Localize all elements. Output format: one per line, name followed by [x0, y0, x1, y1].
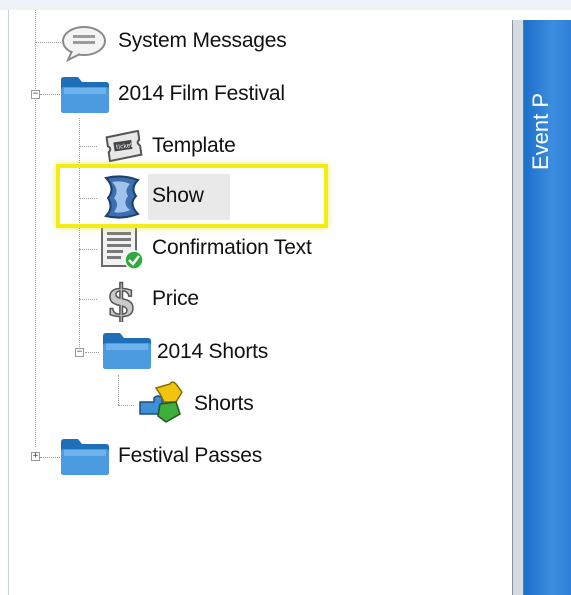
- panel-splitter[interactable]: [512, 20, 524, 595]
- tree-connector: [79, 249, 97, 250]
- tree-connector: [118, 375, 119, 405]
- tree-view: − − + System Messages 2014 Film Festival…: [0, 0, 512, 595]
- tree-item-label: Festival Passes: [118, 444, 263, 467]
- puzzle-icon: [139, 381, 183, 423]
- folder-icon: [103, 333, 151, 369]
- tree-item-label: 2014 Film Festival: [118, 82, 285, 105]
- tree-connector: [40, 94, 60, 95]
- tree-item-label: Confirmation Text: [152, 236, 312, 259]
- expand-toggle[interactable]: +: [31, 452, 40, 461]
- tree-connector: [79, 299, 97, 300]
- tree-connector: [35, 10, 36, 447]
- collapse-toggle[interactable]: −: [31, 90, 40, 99]
- event-panel-title: Event P: [528, 92, 553, 170]
- tree-connector: [35, 42, 61, 43]
- tree-item-label: 2014 Shorts: [157, 340, 269, 363]
- collapse-toggle[interactable]: −: [75, 348, 84, 357]
- dollar-sign-icon: $: [105, 276, 137, 322]
- tree-connector: [79, 146, 97, 147]
- svg-text:$: $: [106, 276, 137, 322]
- tree-item-label: Shorts: [194, 392, 254, 415]
- tree-connector: [118, 405, 134, 406]
- tree-connector: [79, 118, 80, 355]
- folder-icon: [61, 439, 109, 475]
- ticket-icon: ticket: [105, 130, 143, 162]
- tree-item-label: Price: [152, 287, 199, 310]
- tree-item-label: System Messages: [118, 29, 287, 52]
- folder-icon: [61, 77, 109, 113]
- document-check-icon: [101, 225, 144, 270]
- tree-connector: [40, 457, 60, 458]
- highlight-annotation-box: [56, 164, 328, 228]
- tree-item-label: Template: [152, 134, 236, 157]
- speech-bubble-icon: [62, 26, 106, 62]
- tree-connector: [85, 352, 99, 353]
